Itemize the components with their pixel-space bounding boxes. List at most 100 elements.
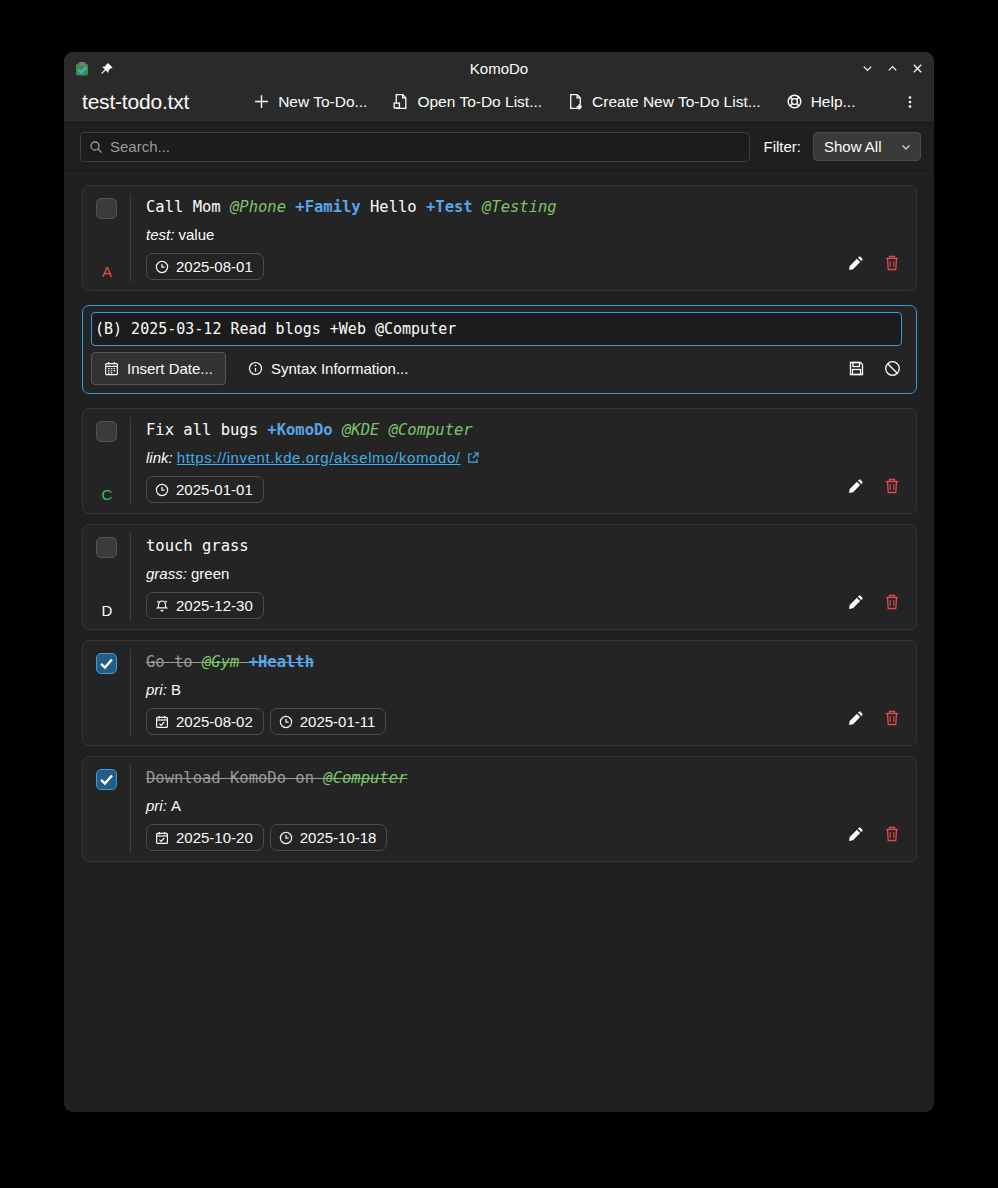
document-new-icon xyxy=(567,93,584,110)
todo-checkbox[interactable] xyxy=(96,198,117,219)
todo-checkbox[interactable] xyxy=(96,537,117,558)
window-title: KomoDo xyxy=(64,60,934,77)
metadata-link[interactable]: https://invent.kde.org/akselmo/komodo/ xyxy=(177,449,461,466)
todo-card: Go to @Gym +Health pri: B 2025-08-02 2025-0… xyxy=(82,640,917,746)
todo-checkbox[interactable] xyxy=(96,421,117,442)
toolbar-button-create-new-to-do-list[interactable]: Create New To-Do List... xyxy=(567,93,761,111)
date-badge: 2025-01-01 xyxy=(146,476,264,503)
filter-label: Filter: xyxy=(764,138,802,155)
todo-text-segment-plain: Call Mom xyxy=(146,198,230,216)
metadata-key: link: xyxy=(146,449,177,466)
todo-card: ACall Mom @Phone +Family Hello +Test @Te… xyxy=(82,185,917,291)
calendar-icon xyxy=(104,361,119,376)
metadata-value: green xyxy=(191,565,229,582)
todo-text-segment-plain xyxy=(286,198,295,216)
bell-icon xyxy=(155,599,169,613)
badge-date: 2025-12-30 xyxy=(176,597,253,614)
badge-date: 2025-01-11 xyxy=(300,713,376,730)
search-input[interactable]: Search... xyxy=(80,132,750,162)
plus-icon xyxy=(253,93,270,110)
todo-text-segment-project: +Family xyxy=(295,198,360,216)
todo-text-segment-context: @Gym xyxy=(202,653,239,671)
toolbar-button-help[interactable]: Help... xyxy=(786,93,856,111)
toolbar: test-todo.txt New To-Do... Open To-Do Lis… xyxy=(64,85,934,123)
delete-icon[interactable] xyxy=(883,825,901,843)
clock-icon xyxy=(279,831,293,845)
badge-date: 2025-01-01 xyxy=(176,481,253,498)
cancel-icon[interactable] xyxy=(884,360,901,377)
todo-text-segment-plain: Go to xyxy=(146,653,202,671)
priority-label: C xyxy=(83,486,131,503)
toolbar-button-open-to-do-list[interactable]: Open To-Do List... xyxy=(392,93,542,111)
date-badge: 2025-12-30 xyxy=(146,592,264,619)
toolbar-button-label: New To-Do... xyxy=(278,93,367,111)
todo-text-segment-plain xyxy=(473,198,482,216)
calendar-check-icon xyxy=(155,715,169,729)
calendar-check-icon xyxy=(155,831,169,845)
save-icon[interactable] xyxy=(848,360,865,377)
date-badge: 2025-01-11 xyxy=(270,708,387,735)
document-open-icon xyxy=(392,93,409,110)
delete-icon[interactable] xyxy=(883,254,901,272)
metadata-value: value xyxy=(179,226,215,243)
delete-icon[interactable] xyxy=(883,709,901,727)
todo-text-segment-plain xyxy=(333,421,342,439)
clock-icon xyxy=(155,483,169,497)
todo-checkbox[interactable] xyxy=(96,769,117,790)
help-buoy-icon xyxy=(786,93,803,110)
todo-text-segment-project: +Health xyxy=(249,653,314,671)
edit-icon[interactable] xyxy=(847,254,865,272)
todo-text-segment-project: +Test xyxy=(426,198,473,216)
todo-card: CFix all bugs +KomoDo @KDE @Computerlink… xyxy=(82,408,917,514)
edit-icon[interactable] xyxy=(847,593,865,611)
priority-label: A xyxy=(83,263,131,280)
edit-icon[interactable] xyxy=(847,825,865,843)
todo-edit-input[interactable]: (B) 2025-03-12 Read blogs +Web @Computer xyxy=(91,312,902,346)
filter-value: Show All xyxy=(824,138,882,155)
date-badge: 2025-08-01 xyxy=(146,253,264,280)
metadata-key: grass: xyxy=(146,565,191,582)
todo-checkbox[interactable] xyxy=(96,653,117,674)
close-button[interactable] xyxy=(911,62,924,75)
badge-date: 2025-10-18 xyxy=(300,829,377,846)
priority-label: D xyxy=(83,602,131,619)
file-label: test-todo.txt xyxy=(82,90,189,114)
badge-date: 2025-08-02 xyxy=(176,713,253,730)
insert-date-button[interactable]: Insert Date... xyxy=(91,352,226,385)
info-icon xyxy=(248,361,263,376)
clock-icon xyxy=(155,260,169,274)
metadata-key: pri: xyxy=(146,681,171,698)
todo-list: ACall Mom @Phone +Family Hello +Test @Te… xyxy=(64,171,934,1112)
overflow-menu-button[interactable] xyxy=(902,94,918,110)
date-badge: 2025-08-02 xyxy=(146,708,264,735)
maximize-button[interactable] xyxy=(886,62,899,75)
search-placeholder: Search... xyxy=(110,138,170,155)
todo-text-segment-plain xyxy=(239,653,248,671)
todo-text-segment-plain: Download KomoDo on xyxy=(146,769,323,787)
todo-card: Dtouch grass grass: green 2025-12-30 xyxy=(82,524,917,630)
todo-editor-card: (B) 2025-03-12 Read blogs +Web @Computer… xyxy=(82,305,917,394)
app-window: KomoDo test-todo.txt New To-Do... Open To… xyxy=(64,52,934,1112)
toolbar-button-label: Open To-Do List... xyxy=(417,93,542,111)
metadata-key: pri: xyxy=(146,797,171,814)
todo-card: Download KomoDo on @Computerpri: A2025-1… xyxy=(82,756,917,862)
titlebar: KomoDo xyxy=(64,52,934,85)
todo-text-segment-context: @Computer xyxy=(389,421,473,439)
toolbar-button-new-to-do[interactable]: New To-Do... xyxy=(253,93,367,111)
date-badge: 2025-10-18 xyxy=(270,824,388,851)
todo-text-segment-plain xyxy=(379,421,388,439)
minimize-button[interactable] xyxy=(861,62,874,75)
todo-text-segment-plain: touch grass xyxy=(146,537,249,555)
todo-text-segment-context: @Testing xyxy=(482,198,557,216)
delete-icon[interactable] xyxy=(883,477,901,495)
toolbar-button-label: Help... xyxy=(811,93,856,111)
filter-dropdown[interactable]: Show All xyxy=(813,132,921,161)
external-link-icon[interactable] xyxy=(466,451,480,465)
delete-icon[interactable] xyxy=(883,593,901,611)
metadata-value: B xyxy=(171,681,181,698)
syntax-information-button[interactable]: Syntax Information... xyxy=(248,360,409,377)
edit-icon[interactable] xyxy=(847,477,865,495)
edit-icon[interactable] xyxy=(847,709,865,727)
todo-text-segment-plain: Hello xyxy=(361,198,426,216)
metadata-key: test: xyxy=(146,226,179,243)
